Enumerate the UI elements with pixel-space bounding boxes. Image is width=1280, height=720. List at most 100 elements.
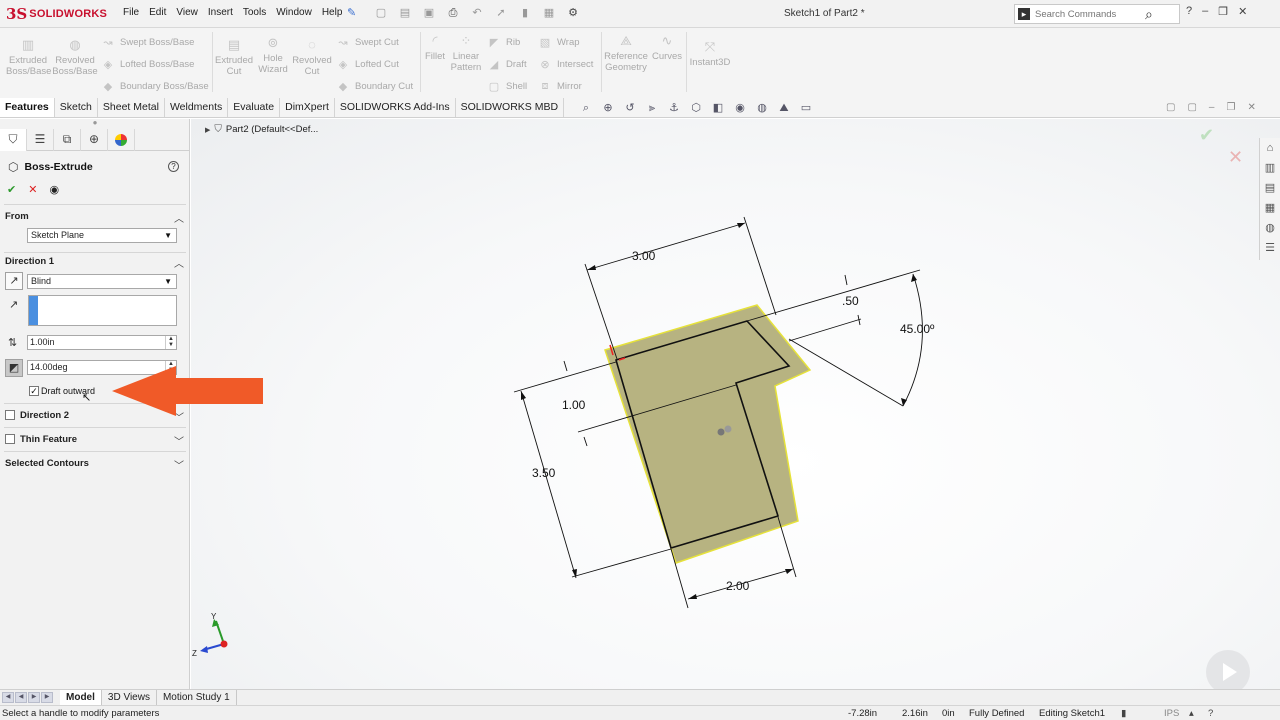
- collapse-chevron-icon[interactable]: ︿: [174, 255, 184, 270]
- zoom-to-area-icon[interactable]: ⊕: [601, 101, 615, 115]
- status-units[interactable]: IPS: [1164, 708, 1179, 719]
- search-icon[interactable]: ⌕: [1145, 6, 1153, 23]
- tab-sketch[interactable]: Sketch: [55, 98, 98, 117]
- boundary-cut-button[interactable]: ◆ Boundary Cut: [336, 80, 413, 93]
- doc-tile-icon[interactable]: ▢: [1166, 102, 1175, 113]
- wrap-button[interactable]: ▧ Wrap: [538, 36, 580, 49]
- cancel-x-icon[interactable]: ✕: [28, 183, 37, 196]
- edit-appearance-icon[interactable]: ◍: [755, 101, 769, 115]
- dimension-top-width[interactable]: 3.00: [632, 249, 656, 263]
- mirror-button[interactable]: ⧈ Mirror: [538, 80, 582, 93]
- tab-evaluate[interactable]: Evaluate: [228, 98, 281, 117]
- panel-splitter-handle[interactable]: ●: [0, 119, 190, 128]
- file-explorer-icon[interactable]: ▤: [1260, 178, 1280, 198]
- thin-feature-section-heading[interactable]: Thin Feature: [20, 434, 77, 445]
- from-dropdown[interactable]: Sketch Plane ▼: [27, 228, 177, 243]
- draft-outward-checkbox[interactable]: ✓: [29, 386, 39, 396]
- display-manager-tab-icon[interactable]: [108, 129, 135, 151]
- tab-model[interactable]: Model: [60, 690, 102, 706]
- dimension-angle[interactable]: 45.00º: [900, 322, 935, 336]
- solidworks-resources-home-icon[interactable]: ⌂: [1260, 138, 1280, 158]
- file-properties-icon[interactable]: ▦: [540, 5, 558, 21]
- feature-manager-tab-icon[interactable]: ☰: [27, 129, 54, 151]
- tab-motion-study-1[interactable]: Motion Study 1: [157, 690, 237, 706]
- help-icon[interactable]: ?: [1186, 5, 1192, 18]
- doc-close-icon[interactable]: ✕: [1247, 102, 1255, 113]
- help-icon[interactable]: ?: [168, 161, 179, 172]
- menu-tools[interactable]: Tools: [238, 7, 271, 18]
- expand-chevron-icon[interactable]: ﹀: [174, 433, 184, 448]
- dimension-step[interactable]: 1.00: [562, 398, 586, 412]
- boundary-boss-button[interactable]: ◆ Boundary Boss/Base: [101, 80, 209, 93]
- dimension-bottom-width[interactable]: 2.00: [726, 579, 750, 593]
- tab-solidworks-add-ins[interactable]: SOLIDWORKS Add-Ins: [335, 98, 456, 117]
- dimension-height[interactable]: 3.50: [532, 466, 556, 480]
- custom-properties-icon[interactable]: ☰: [1260, 238, 1280, 258]
- restore-icon[interactable]: ❐: [1218, 5, 1228, 18]
- first-tab-icon[interactable]: ◀: [2, 692, 14, 703]
- direction1-section-heading[interactable]: Direction 1: [5, 256, 54, 267]
- depth-spinner-icon[interactable]: ▲ ▼: [165, 336, 176, 349]
- dimxpert-manager-tab-icon[interactable]: ⊕: [81, 129, 108, 151]
- menu-insert[interactable]: Insert: [203, 7, 238, 18]
- confirm-cancel-icon[interactable]: ✕: [1228, 147, 1243, 168]
- search-commands-box[interactable]: ▸ ⌕: [1014, 4, 1180, 24]
- thin-feature-checkbox[interactable]: [5, 434, 15, 444]
- ok-checkmark-icon[interactable]: ✔: [7, 183, 16, 196]
- save-icon[interactable]: ▣: [420, 5, 438, 21]
- extrude-preview-body[interactable]: [604, 304, 812, 564]
- swept-cut-button[interactable]: ↝ Swept Cut: [336, 36, 398, 49]
- appearances-icon[interactable]: ◍: [1260, 218, 1280, 238]
- zoom-to-fit-icon[interactable]: ⌕: [579, 101, 593, 115]
- reverse-direction-button[interactable]: ↗: [5, 272, 23, 290]
- direction2-section-heading[interactable]: Direction 2: [20, 410, 69, 421]
- tab-features[interactable]: Features: [0, 98, 55, 117]
- menu-window[interactable]: Window: [271, 7, 317, 18]
- rib-button[interactable]: ◤ Rib: [487, 36, 521, 49]
- menu-edit[interactable]: Edit: [144, 7, 171, 18]
- print-icon[interactable]: ⎙: [444, 5, 462, 21]
- video-play-icon[interactable]: [1206, 650, 1250, 689]
- view-palette-icon[interactable]: ▦: [1260, 198, 1280, 218]
- intersect-button[interactable]: ⊗ Intersect: [538, 58, 593, 71]
- options-gear-icon[interactable]: ⚙: [564, 5, 582, 21]
- lofted-boss-button[interactable]: ◈ Lofted Boss/Base: [101, 58, 195, 71]
- curves-button[interactable]: ∿ Curves: [650, 34, 684, 63]
- collapse-chevron-icon[interactable]: ︿: [174, 210, 184, 225]
- reference-geometry-button[interactable]: ⟁ Reference Geometry: [603, 34, 649, 74]
- draft-button[interactable]: ◢ Draft: [487, 58, 527, 71]
- dimension-top-offset[interactable]: .50: [842, 294, 859, 308]
- extruded-cut-button[interactable]: ▤ Extruded Cut: [214, 38, 254, 78]
- last-tab-icon[interactable]: ▶: [41, 692, 53, 703]
- rebuild-status-icon[interactable]: ▮: [1121, 708, 1126, 719]
- next-tab-icon[interactable]: ▶: [28, 692, 40, 703]
- tab-weldments[interactable]: Weldments: [165, 98, 229, 117]
- tab-3d-views[interactable]: 3D Views: [102, 690, 157, 706]
- previous-view-icon[interactable]: ↺: [623, 101, 637, 115]
- dynamic-annotation-icon[interactable]: ⚓: [667, 101, 681, 115]
- fillet-button[interactable]: ◜ Fillet: [423, 34, 447, 63]
- tab-solidworks-mbd[interactable]: SOLIDWORKS MBD: [456, 98, 565, 117]
- select-pointer-icon[interactable]: ➚: [492, 5, 510, 21]
- section-view-icon[interactable]: ⫸: [645, 101, 659, 115]
- menu-help[interactable]: Help: [317, 7, 348, 18]
- solidworks-logo[interactable]: 3S SOLIDWORKS: [6, 4, 107, 24]
- lofted-cut-button[interactable]: ◈ Lofted Cut: [336, 58, 399, 71]
- hide-show-items-icon[interactable]: ◉: [733, 101, 747, 115]
- property-manager-tab-icon[interactable]: ⛉: [0, 129, 27, 151]
- draft-on-off-button[interactable]: ◩: [5, 359, 23, 377]
- doc-minimize-icon[interactable]: –: [1209, 102, 1215, 113]
- depth-input[interactable]: 1.00in ▲ ▼: [27, 335, 177, 350]
- preview-eye-icon[interactable]: ◉: [49, 183, 59, 196]
- pin-menu-icon[interactable]: ✎: [347, 6, 356, 19]
- end-condition-dropdown[interactable]: Blind ▼: [27, 274, 177, 289]
- open-folder-icon[interactable]: ▤: [396, 5, 414, 21]
- swept-boss-button[interactable]: ↝ Swept Boss/Base: [101, 36, 194, 49]
- linear-pattern-button[interactable]: ⁘ Linear Pattern: [448, 34, 484, 74]
- display-style-icon[interactable]: ◧: [711, 101, 725, 115]
- direction2-checkbox[interactable]: [5, 410, 15, 420]
- new-document-icon[interactable]: ▢: [372, 5, 390, 21]
- confirm-ok-icon[interactable]: ✔: [1199, 125, 1214, 146]
- revolved-cut-button[interactable]: ◌ Revolved Cut: [292, 38, 332, 78]
- graphics-area[interactable]: ▶ ⛉ Part2 (Default<<Def... 3.00 .50 45.0…: [191, 119, 1280, 689]
